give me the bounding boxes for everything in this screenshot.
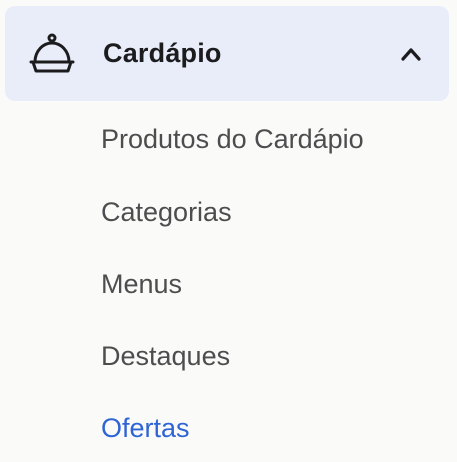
section-header-cardapio[interactable]: Cardápio [5,6,449,101]
cloche-icon [28,31,76,77]
section-title: Cardápio [103,38,222,68]
submenu-item-ofertas[interactable]: Ofertas [101,411,190,445]
submenu-item-produtos-do-cardapio[interactable]: Produtos do Cardápio [101,122,364,156]
chevron-up-icon[interactable] [398,41,424,67]
submenu-item-menus[interactable]: Menus [101,267,182,301]
submenu-item-categorias[interactable]: Categorias [101,195,232,229]
submenu-item-destaques[interactable]: Destaques [101,339,230,373]
sidebar-menu: Cardápio Produtos do Cardápio Categorias… [0,0,457,462]
